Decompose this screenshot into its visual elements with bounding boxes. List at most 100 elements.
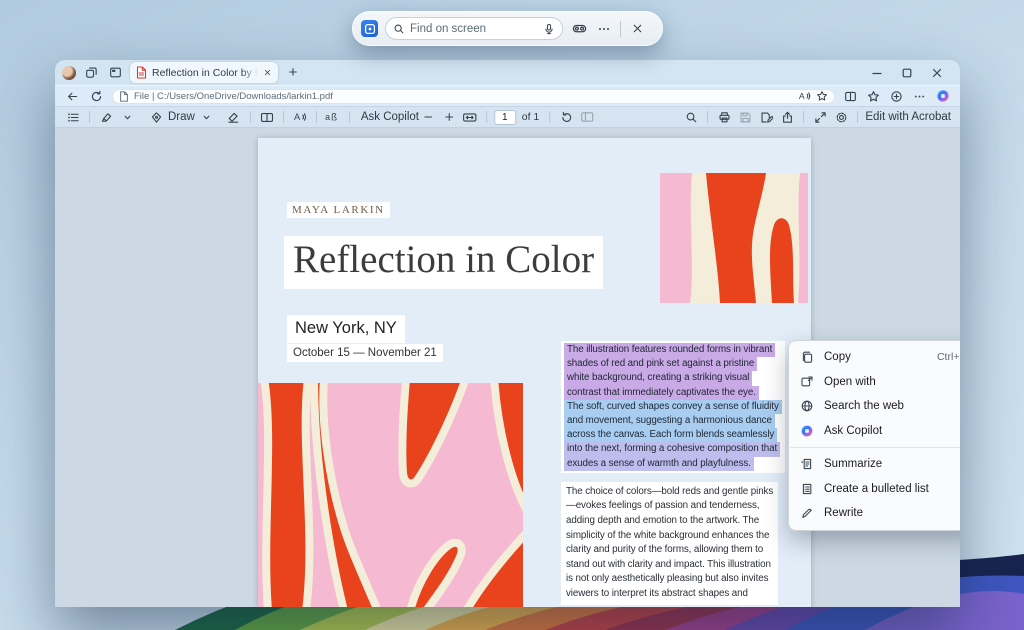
body-line: stand out with clarity and impact. This … bbox=[566, 558, 771, 573]
pdf-toolbar: Draw A aß Ask bbox=[55, 106, 960, 128]
pdf-page: MAYA LARKIN Reflection in Color New York… bbox=[258, 138, 811, 607]
read-aloud-icon[interactable]: A bbox=[291, 109, 309, 125]
window-controls bbox=[865, 64, 953, 82]
highlighted-line[interactable]: contrast that immediately captivates the… bbox=[564, 386, 759, 400]
copilot-icon[interactable] bbox=[934, 88, 951, 105]
ask-copilot-button[interactable]: Ask Copilot bbox=[361, 111, 419, 123]
tab-preview-icon[interactable] bbox=[106, 64, 124, 82]
profile-avatar[interactable] bbox=[62, 66, 76, 80]
menu-item-label: Ask Copilot bbox=[824, 425, 960, 437]
draw-label[interactable]: Draw bbox=[168, 111, 195, 123]
share-icon[interactable] bbox=[778, 109, 796, 125]
vision-glyph-icon bbox=[364, 23, 376, 35]
maximize-icon[interactable] bbox=[895, 64, 919, 82]
overlay-close-icon[interactable] bbox=[628, 20, 646, 38]
settings-gear-icon[interactable] bbox=[832, 109, 850, 125]
draw-chevron-icon[interactable] bbox=[198, 109, 216, 125]
settings-ellipsis-icon[interactable] bbox=[911, 88, 928, 105]
page-number-input[interactable] bbox=[494, 110, 516, 125]
highlighted-line[interactable]: The soft, curved shapes convey a sense o… bbox=[564, 400, 782, 414]
body-line: simplicity of the white background enhan… bbox=[566, 529, 769, 544]
body-line: The choice of colors—bold reds and gentl… bbox=[566, 485, 773, 500]
menu-item-rewrite[interactable]: Rewrite› bbox=[789, 501, 960, 526]
tab-close-icon[interactable] bbox=[263, 68, 272, 77]
workspaces-icon[interactable] bbox=[82, 64, 100, 82]
document-dates: October 15 — November 21 bbox=[287, 344, 443, 362]
highlighted-paragraph[interactable]: The illustration features rounded forms … bbox=[561, 341, 785, 473]
refresh-icon[interactable] bbox=[88, 88, 105, 105]
edit-with-acrobat-button[interactable]: Edit with Acrobat bbox=[865, 111, 951, 123]
open-with-icon bbox=[800, 375, 814, 389]
url-field[interactable]: File | C:/Users/OneDrive/Downloads/larki… bbox=[112, 89, 835, 104]
favorites-icon[interactable] bbox=[865, 88, 882, 105]
find-on-screen-input[interactable]: Find on screen bbox=[385, 17, 563, 40]
zoom-in-icon[interactable] bbox=[440, 109, 458, 125]
draw-pen-icon[interactable] bbox=[147, 109, 165, 125]
find-in-document-icon[interactable] bbox=[682, 109, 700, 125]
menu-shortcut: Ctrl+C bbox=[937, 351, 960, 363]
menu-item-search-the-web[interactable]: Search the web bbox=[789, 394, 960, 419]
file-icon bbox=[119, 91, 129, 102]
address-bar-actions bbox=[842, 88, 951, 105]
split-screen-icon[interactable] bbox=[842, 88, 859, 105]
new-tab-icon[interactable]: + bbox=[284, 64, 302, 82]
window-close-icon[interactable] bbox=[925, 64, 949, 82]
highlighted-line[interactable]: and movement, suggesting a harmonious da… bbox=[564, 414, 775, 428]
copy-icon bbox=[800, 350, 814, 364]
browser-essentials-icon[interactable] bbox=[888, 88, 905, 105]
highlighted-line[interactable]: across the canvas. Each form blends seam… bbox=[564, 428, 777, 442]
url-text: File | C:/Users/OneDrive/Downloads/larki… bbox=[134, 91, 793, 102]
desktop: Find on screen bbox=[0, 0, 1024, 630]
eraser-icon[interactable] bbox=[225, 109, 243, 125]
menu-item-create-a-bulleted-list[interactable]: Create a bulleted list bbox=[789, 477, 960, 502]
zoom-out-icon[interactable] bbox=[419, 109, 437, 125]
menu-item-copy[interactable]: CopyCtrl+C bbox=[789, 345, 960, 370]
bulleted-list-icon bbox=[800, 482, 814, 496]
summarize-icon bbox=[800, 457, 814, 471]
read-aloud-icon[interactable]: A bbox=[798, 90, 811, 102]
overlay-more-options-icon[interactable] bbox=[595, 20, 613, 38]
translate-icon[interactable]: aß bbox=[324, 109, 342, 125]
back-icon[interactable] bbox=[64, 88, 81, 105]
highlighted-line[interactable]: white background, creating a striking vi… bbox=[564, 371, 752, 385]
highlighter-chevron-icon[interactable] bbox=[118, 109, 136, 125]
fit-to-width-icon[interactable] bbox=[461, 109, 479, 125]
minimize-icon[interactable] bbox=[865, 64, 889, 82]
copilot-icon bbox=[800, 424, 814, 438]
artwork-bottom-left bbox=[258, 383, 523, 607]
active-tab[interactable]: Reflection in Color by Maya Lark bbox=[130, 62, 278, 83]
menu-item-label: Open with bbox=[824, 376, 953, 388]
highlighted-line[interactable]: The illustration features rounded forms … bbox=[564, 343, 775, 357]
microphone-icon[interactable] bbox=[543, 23, 555, 35]
save-as-icon[interactable] bbox=[757, 109, 775, 125]
menu-item-open-with[interactable]: Open with› bbox=[789, 370, 960, 395]
highlighted-line[interactable]: shades of red and pink set against a pri… bbox=[564, 357, 757, 371]
menu-item-label: Search the web bbox=[824, 400, 960, 412]
print-icon[interactable] bbox=[715, 109, 733, 125]
search-web-icon bbox=[800, 399, 814, 413]
menu-item-summarize[interactable]: Summarize bbox=[789, 452, 960, 477]
svg-text:a: a bbox=[325, 112, 330, 122]
fullscreen-icon[interactable] bbox=[811, 109, 829, 125]
document-location: New York, NY bbox=[287, 315, 405, 343]
document-title: Reflection in Color bbox=[284, 236, 603, 289]
rotate-icon[interactable] bbox=[557, 109, 575, 125]
favorite-star-icon[interactable] bbox=[816, 90, 828, 102]
body-line: clarity and purity of the forms, allowin… bbox=[566, 543, 763, 558]
highlighted-line[interactable]: exudes a sense of warmth and playfulness… bbox=[564, 457, 754, 471]
context-menu: CopyCtrl+COpen with› Search the web Ask Co… bbox=[788, 340, 960, 531]
page-view-icon[interactable] bbox=[258, 109, 276, 125]
document-text-column: The illustration features rounded forms … bbox=[561, 341, 783, 605]
search-icon bbox=[393, 23, 405, 35]
highlighter-icon[interactable] bbox=[97, 109, 115, 125]
rewrite-icon bbox=[800, 506, 814, 520]
vision-goggles-icon[interactable] bbox=[570, 20, 588, 38]
find-on-screen-overlay: Find on screen bbox=[352, 11, 663, 46]
table-of-contents-icon[interactable] bbox=[64, 109, 82, 125]
highlighted-line[interactable]: into the next, forming a cohesive compos… bbox=[564, 442, 780, 456]
menu-item-ask-copilot[interactable]: Ask Copilot bbox=[789, 419, 960, 444]
copilot-vision-icon[interactable] bbox=[361, 20, 378, 37]
page-count-label: of 1 bbox=[522, 111, 540, 123]
pdf-toolbar-left: Draw A aß Ask bbox=[64, 109, 419, 125]
overlay-divider bbox=[620, 21, 621, 37]
